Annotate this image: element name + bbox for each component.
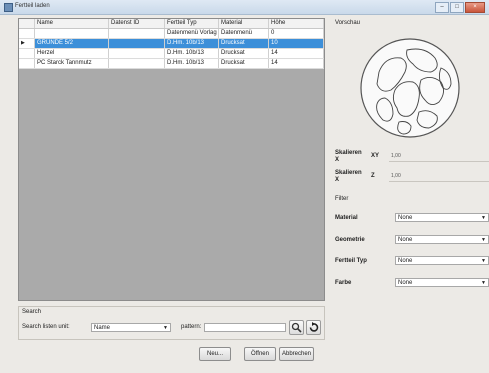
cell-id xyxy=(109,49,165,58)
search-field-value: Name xyxy=(94,325,111,331)
type-filter-label: Fertteil Typ xyxy=(335,258,367,264)
scale-z-suffix: Z xyxy=(371,173,375,179)
row-marker: ▶ xyxy=(19,39,35,48)
cell-height: 14 xyxy=(269,49,324,58)
cell-type: D.Hm. 10b/13 xyxy=(165,59,219,68)
reset-search-button[interactable] xyxy=(306,320,321,335)
title-bar: Fertteil laden – □ × xyxy=(0,0,489,15)
search-icon xyxy=(291,322,302,333)
cell-height: 10 xyxy=(269,39,324,48)
fertteil-grid[interactable]: Name Datenst ID Fertteil Typ Material Hö… xyxy=(18,18,325,301)
chevron-down-icon: ▼ xyxy=(481,215,486,221)
material-filter-label: Material xyxy=(335,215,358,221)
cell-type: D.Hm. 10b/13 xyxy=(165,49,219,58)
search-field-select[interactable]: Name ▼ xyxy=(91,323,171,332)
column-header-id[interactable]: Datenst ID xyxy=(109,19,165,28)
cell-height: 0 xyxy=(269,29,324,38)
column-header-height[interactable]: Höhe xyxy=(269,19,324,28)
window-title: Fertteil laden xyxy=(15,3,50,9)
search-group-label: Search xyxy=(22,309,42,315)
color-filter-label: Farbe xyxy=(335,280,352,286)
scale-z-value[interactable]: 1,00 xyxy=(391,173,401,179)
table-row[interactable]: Datenmenü Vorlag Datenmenü 0 xyxy=(19,29,324,39)
material-filter-select[interactable]: None ▼ xyxy=(395,213,489,222)
close-icon[interactable]: × xyxy=(465,2,485,13)
cell-name: Herzel xyxy=(35,49,109,58)
maximize-icon[interactable]: □ xyxy=(450,2,464,13)
cancel-button[interactable]: Abbrechen xyxy=(279,347,314,361)
column-header-marker xyxy=(19,19,35,28)
cell-material: Drucksat xyxy=(219,59,269,68)
chevron-down-icon: ▼ xyxy=(481,237,486,243)
cell-type: D.Hm. 10b/13 xyxy=(165,39,219,48)
cell-type: Datenmenü Vorlag xyxy=(165,29,219,38)
pattern-label: pattern: xyxy=(181,324,202,330)
scale-xy-label: Skalieren X xyxy=(335,150,362,163)
preview-image xyxy=(360,38,460,138)
scale-xy-value[interactable]: 1,00 xyxy=(391,153,401,159)
table-row-selected[interactable]: ▶ GRÜNDE 5/2 D.Hm. 10b/13 Drucksat 10 xyxy=(19,39,324,49)
search-field-label: Search listen unit: xyxy=(22,324,70,330)
cell-name: GRÜNDE 5/2 xyxy=(35,39,109,48)
row-marker xyxy=(19,49,35,58)
filter-label: Filter xyxy=(335,196,349,202)
minimize-icon[interactable]: – xyxy=(435,2,449,13)
cell-name: PC Starck Tannmutz xyxy=(35,59,109,68)
scale-z-label: Skalieren X xyxy=(335,170,362,183)
undo-icon xyxy=(309,322,319,332)
search-button[interactable] xyxy=(289,320,304,335)
chevron-down-icon: ▼ xyxy=(481,258,486,264)
cell-name xyxy=(35,29,109,38)
column-header-name[interactable]: Name xyxy=(35,19,109,28)
column-header-material[interactable]: Material xyxy=(219,19,269,28)
geometry-filter-label: Geometrie xyxy=(335,237,365,243)
table-row[interactable]: Herzel D.Hm. 10b/13 Drucksat 14 xyxy=(19,49,324,59)
row-marker xyxy=(19,29,35,38)
chevron-down-icon: ▼ xyxy=(163,325,168,331)
preview-pane: Vorschau Skalieren X XY 1,00 Skalieren X Z… xyxy=(335,18,489,373)
row-marker xyxy=(19,59,35,68)
preview-label: Vorschau xyxy=(335,20,361,26)
cell-id xyxy=(109,29,165,38)
geometry-filter-select[interactable]: None ▼ xyxy=(395,235,489,244)
cell-id xyxy=(109,39,165,48)
scale-xy-suffix: XY xyxy=(371,153,380,159)
cell-material: Datenmenü xyxy=(219,29,269,38)
app-icon xyxy=(4,3,13,12)
cell-id xyxy=(109,59,165,68)
table-row[interactable]: PC Starck Tannmutz D.Hm. 10b/13 Drucksat… xyxy=(19,59,324,69)
cell-material: Drucksat xyxy=(219,39,269,48)
type-filter-select[interactable]: None ▼ xyxy=(395,256,489,265)
chevron-down-icon: ▼ xyxy=(481,280,486,286)
cell-height: 14 xyxy=(269,59,324,68)
grid-header: Name Datenst ID Fertteil Typ Material Hö… xyxy=(19,19,324,29)
new-button[interactable]: Neu... xyxy=(199,347,231,361)
column-header-type[interactable]: Fertteil Typ xyxy=(165,19,219,28)
color-filter-select[interactable]: None ▼ xyxy=(395,278,489,287)
cell-material: Drucksat xyxy=(219,49,269,58)
pattern-input[interactable] xyxy=(204,323,286,332)
search-group: Search Search listen unit: Name ▼ patter… xyxy=(18,306,325,340)
open-button[interactable]: Öffnen xyxy=(244,347,276,361)
